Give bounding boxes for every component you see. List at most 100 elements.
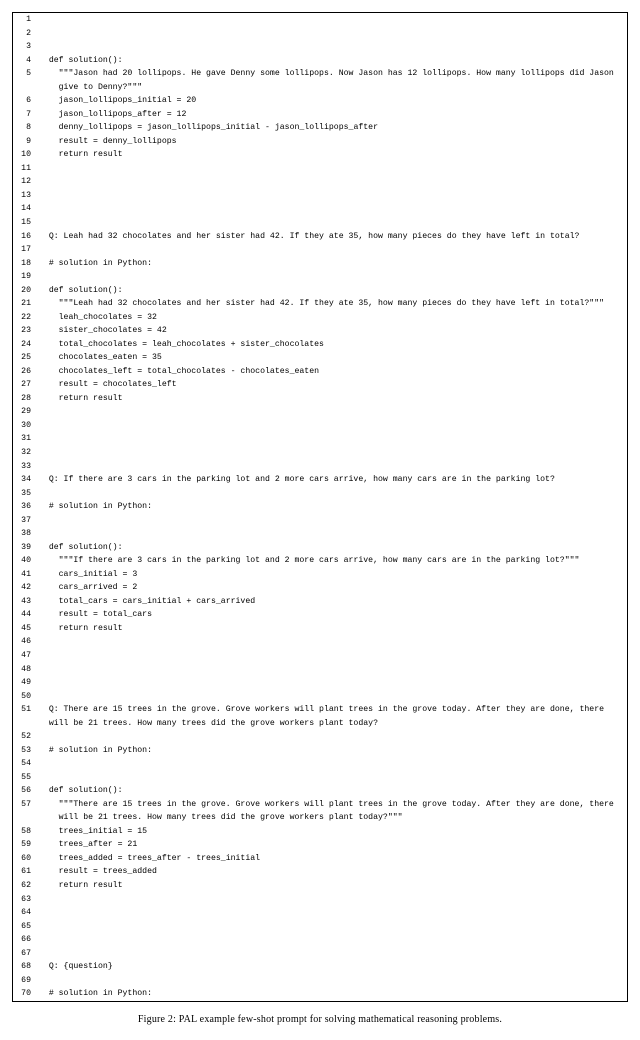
code-line: 67 [13,947,627,961]
code-line: 3 [13,40,627,54]
line-number: 37 [13,514,39,528]
code-text: def solution(): [39,784,627,798]
line-number: 59 [13,838,39,852]
code-text [39,162,627,176]
line-number: 52 [13,730,39,744]
line-number: 3 [13,40,39,54]
code-text [39,13,627,27]
code-line: 1 [13,13,627,27]
line-number: 64 [13,906,39,920]
code-text: """Jason had 20 lollipops. He gave Denny… [39,67,627,94]
code-line: 49 [13,676,627,690]
code-text [39,906,627,920]
line-number: 60 [13,852,39,866]
code-text: jason_lollipops_initial = 20 [39,94,627,108]
line-number: 62 [13,879,39,893]
code-line: 5"""Jason had 20 lollipops. He gave Denn… [13,67,627,94]
code-line: 17 [13,243,627,257]
code-text [39,920,627,934]
code-text: total_cars = cars_initial + cars_arrived [39,595,627,609]
line-number: 17 [13,243,39,257]
code-text: return result [39,622,627,636]
line-number: 49 [13,676,39,690]
line-number: 57 [13,798,39,812]
code-line: 57"""There are 15 trees in the grove. Gr… [13,798,627,825]
code-text: result = trees_added [39,865,627,879]
line-number: 56 [13,784,39,798]
line-number: 46 [13,635,39,649]
code-line: 6jason_lollipops_initial = 20 [13,94,627,108]
code-text [39,243,627,257]
code-text: Q: {question} [39,960,627,974]
line-number: 45 [13,622,39,636]
line-number: 68 [13,960,39,974]
line-number: 32 [13,446,39,460]
line-number: 10 [13,148,39,162]
code-text: """If there are 3 cars in the parking lo… [39,554,627,568]
line-number: 55 [13,771,39,785]
code-line: 26chocolates_left = total_chocolates - c… [13,365,627,379]
code-text: def solution(): [39,54,627,68]
code-text [39,933,627,947]
code-line: 9result = denny_lollipops [13,135,627,149]
code-text [39,202,627,216]
code-line: 14 [13,202,627,216]
line-number: 63 [13,893,39,907]
code-text [39,730,627,744]
line-number: 16 [13,230,39,244]
code-line: 16Q: Leah had 32 chocolates and her sist… [13,230,627,244]
code-text [39,175,627,189]
line-number: 12 [13,175,39,189]
line-number: 28 [13,392,39,406]
code-line: 21"""Leah had 32 chocolates and her sist… [13,297,627,311]
code-line: 31 [13,432,627,446]
code-text: result = denny_lollipops [39,135,627,149]
code-line: 40"""If there are 3 cars in the parking … [13,554,627,568]
line-number: 7 [13,108,39,122]
line-number: 58 [13,825,39,839]
code-line: 55 [13,771,627,785]
line-number: 65 [13,920,39,934]
line-number: 48 [13,663,39,677]
code-line: 13 [13,189,627,203]
line-number: 40 [13,554,39,568]
code-text: return result [39,392,627,406]
line-number: 13 [13,189,39,203]
line-number: 69 [13,974,39,988]
line-number: 26 [13,365,39,379]
line-number: 2 [13,27,39,41]
line-number: 9 [13,135,39,149]
code-text: return result [39,879,627,893]
code-line: 41cars_initial = 3 [13,568,627,582]
figure-caption: Figure 2: PAL example few-shot prompt fo… [12,1012,628,1029]
line-number: 39 [13,541,39,555]
code-line: 38 [13,527,627,541]
line-number: 34 [13,473,39,487]
code-line: 32 [13,446,627,460]
line-number: 18 [13,257,39,271]
code-text: # solution in Python: [39,500,627,514]
line-number: 51 [13,703,39,717]
code-text [39,460,627,474]
code-line: 68Q: {question} [13,960,627,974]
line-number: 25 [13,351,39,365]
line-number: 21 [13,297,39,311]
code-line: 34Q: If there are 3 cars in the parking … [13,473,627,487]
code-text: leah_chocolates = 32 [39,311,627,325]
code-text: chocolates_eaten = 35 [39,351,627,365]
line-number: 41 [13,568,39,582]
line-number: 70 [13,987,39,1001]
code-line: 2 [13,27,627,41]
line-number: 43 [13,595,39,609]
line-number: 42 [13,581,39,595]
code-line: 37 [13,514,627,528]
code-line: 12 [13,175,627,189]
code-text: result = chocolates_left [39,378,627,392]
code-text: chocolates_left = total_chocolates - cho… [39,365,627,379]
code-text: Q: Leah had 32 chocolates and her sister… [39,230,627,244]
code-line: 51Q: There are 15 trees in the grove. Gr… [13,703,627,730]
line-number: 6 [13,94,39,108]
code-line: 63 [13,893,627,907]
code-text: # solution in Python: [39,257,627,271]
line-number: 53 [13,744,39,758]
